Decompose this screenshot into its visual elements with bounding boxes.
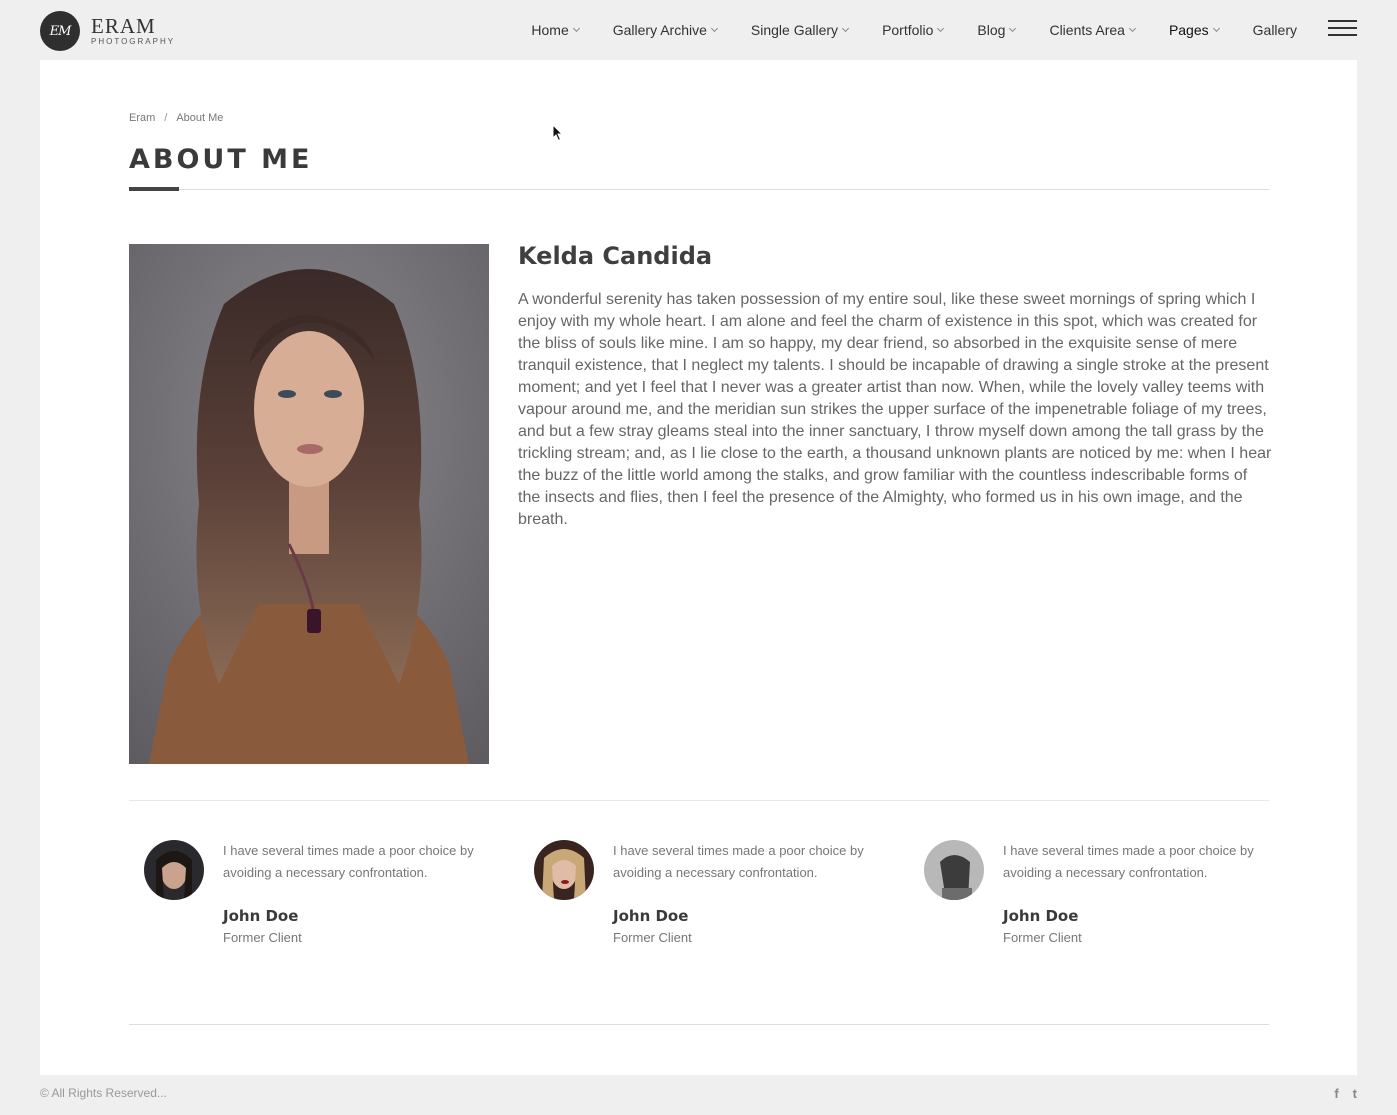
profile-photo <box>129 244 489 764</box>
avatar <box>144 840 204 900</box>
page-title: ABOUT ME <box>129 144 313 175</box>
avatar <box>534 840 594 900</box>
section-divider <box>129 800 1269 801</box>
testimonial-role: Former Client <box>613 930 692 945</box>
testimonial-role: Former Client <box>1003 930 1082 945</box>
nav-label: Gallery Archive <box>612 22 707 38</box>
testimonial-role: Former Client <box>223 930 302 945</box>
logo-text: ERAM PHOTOGRAPHY <box>91 14 176 47</box>
testimonial-card: I have several times made a poor choice … <box>144 840 504 960</box>
social-links: f t <box>1334 1086 1357 1101</box>
chevron-down-icon <box>1128 24 1136 33</box>
breadcrumb-separator: / <box>164 112 168 124</box>
copyright-text: © All Rights Reserved... <box>40 1086 167 1100</box>
chevron-down-icon <box>937 24 945 33</box>
testimonial-quote: I have several times made a poor choice … <box>223 843 474 880</box>
nav-item-home[interactable]: Home <box>531 22 580 38</box>
nav-label: Home <box>531 22 569 38</box>
nav-item-single-gallery[interactable]: Single Gallery <box>750 22 850 38</box>
chevron-down-icon <box>1212 24 1220 33</box>
testimonial-name: John Doe <box>613 907 689 925</box>
nav-label: Portfolio <box>882 22 934 38</box>
chevron-down-icon <box>572 24 580 33</box>
nav-label: Gallery <box>1252 22 1297 38</box>
testimonial-name: John Doe <box>223 907 299 925</box>
testimonial-name: John Doe <box>1003 907 1079 925</box>
nav-item-pages[interactable]: Pages <box>1168 22 1220 38</box>
nav-item-blog[interactable]: Blog <box>977 22 1017 38</box>
facebook-icon[interactable]: f <box>1334 1086 1338 1101</box>
nav-label: Clients Area <box>1049 22 1125 38</box>
chevron-down-icon <box>710 24 718 33</box>
title-accent-bar <box>129 187 179 191</box>
logo-subtitle: PHOTOGRAPHY <box>91 37 176 46</box>
chevron-down-icon <box>1009 24 1017 33</box>
nav-item-clients-area[interactable]: Clients Area <box>1049 22 1136 38</box>
avatar <box>924 840 984 900</box>
chevron-down-icon <box>842 24 850 33</box>
footer-divider <box>129 1024 1269 1025</box>
breadcrumb: Eram / About Me <box>129 112 223 124</box>
testimonial-card: I have several times made a poor choice … <box>924 840 1284 960</box>
nav-item-portfolio[interactable]: Portfolio <box>882 22 945 38</box>
logo-monogram: EM <box>40 11 80 51</box>
profile-name: Kelda Candida <box>518 242 713 270</box>
nav-item-gallery[interactable]: Gallery <box>1253 22 1297 38</box>
testimonial-quote: I have several times made a poor choice … <box>613 843 864 880</box>
nav-label: Single Gallery <box>750 22 839 38</box>
main-nav: Home Gallery Archive Single Gallery Port… <box>497 0 1297 60</box>
logo-name: ERAM <box>91 14 156 38</box>
nav-label: Blog <box>977 22 1006 38</box>
breadcrumb-current: About Me <box>176 112 224 124</box>
site-header: EM ERAM PHOTOGRAPHY Home Gallery Archive… <box>0 0 1397 60</box>
nav-item-gallery-archive[interactable]: Gallery Archive <box>612 22 718 38</box>
profile-bio: A wonderful serenity has taken possessio… <box>518 291 1272 528</box>
hamburger-icon[interactable] <box>1328 20 1357 37</box>
nav-label: Pages <box>1168 22 1209 38</box>
site-logo[interactable]: EM ERAM PHOTOGRAPHY <box>40 11 175 51</box>
testimonial-card: I have several times made a poor choice … <box>534 840 894 960</box>
title-divider <box>129 189 1269 190</box>
twitter-icon[interactable]: t <box>1353 1086 1357 1101</box>
breadcrumb-home-link[interactable]: Eram <box>129 112 155 124</box>
content-panel: Eram / About Me ABOUT ME Kelda Candida A… <box>40 60 1357 1075</box>
testimonial-quote: I have several times made a poor choice … <box>1003 843 1254 880</box>
